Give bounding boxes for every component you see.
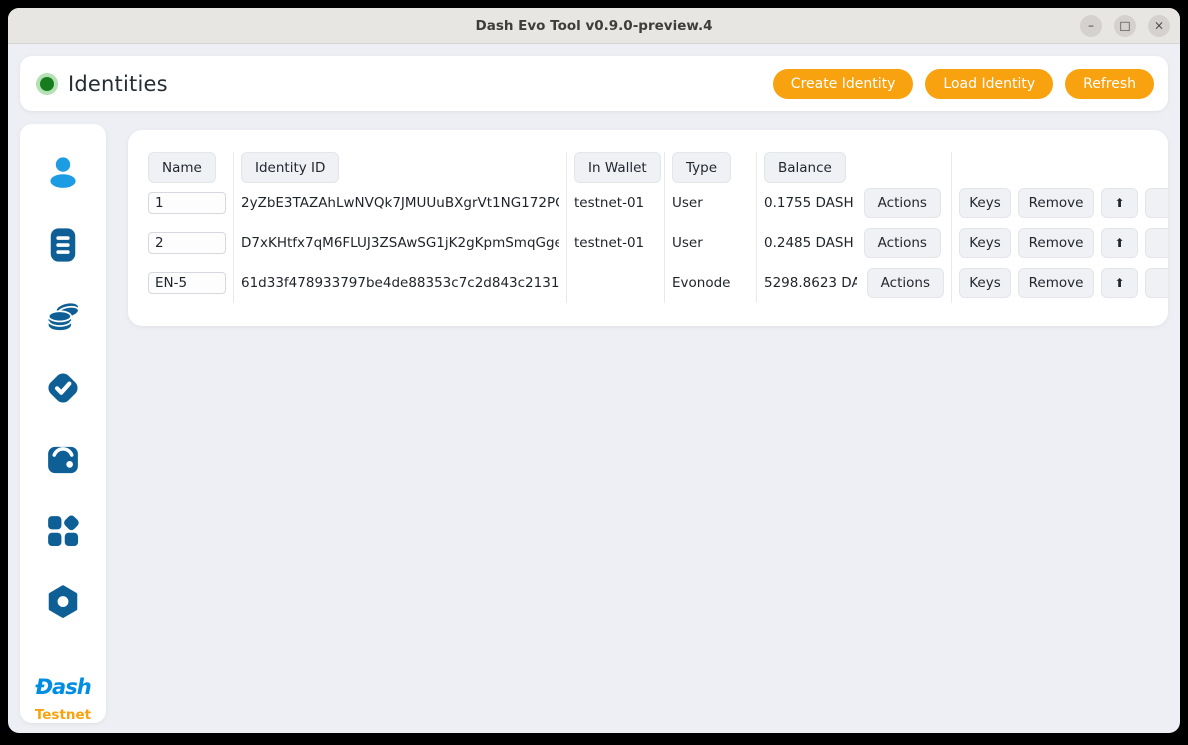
column-divider: [951, 152, 952, 303]
remove-button[interactable]: Remove: [1018, 228, 1094, 258]
page-title: Identities: [68, 71, 168, 96]
balance-value: 5298.8623 DASH: [764, 275, 857, 291]
sidebar-item-contracts[interactable]: [41, 223, 85, 267]
dash-logo[interactable]: Ðash: [35, 675, 91, 699]
move-up-button[interactable]: ⬆: [1101, 188, 1138, 218]
sidebar-item-tokens[interactable]: [41, 294, 85, 338]
maximize-icon: □: [1119, 18, 1131, 33]
type-cell: Evonode: [672, 275, 731, 291]
page-header: Identities Create Identity Load Identity…: [20, 56, 1168, 111]
keys-button[interactable]: Keys: [959, 188, 1011, 218]
sidebar-item-proofs[interactable]: [41, 366, 85, 410]
titlebar: Dash Evo Tool v0.9.0-preview.4 – □ ×: [8, 8, 1180, 44]
type-cell: User: [672, 235, 703, 251]
remove-button[interactable]: Remove: [1018, 188, 1094, 218]
window-controls: – □ ×: [1080, 15, 1170, 37]
balance-value: 0.2485 DASH: [764, 235, 854, 251]
in-wallet-cell: testnet-01: [574, 235, 645, 251]
tokens-coins-icon: [42, 295, 84, 337]
balance-value: 0.1755 DASH: [764, 195, 854, 211]
wallet-icon: [42, 439, 84, 481]
balance-cell: 0.2485 DASH Actions: [764, 228, 944, 258]
header-identity-id[interactable]: Identity ID: [241, 152, 340, 183]
actions-button[interactable]: Actions: [863, 228, 941, 258]
column-divider: [756, 152, 757, 303]
contracts-document-icon: [42, 224, 84, 266]
move-up-button[interactable]: ⬆: [1101, 228, 1138, 258]
refresh-button[interactable]: Refresh: [1065, 68, 1154, 99]
type-cell: User: [672, 195, 703, 211]
app-window: Dash Evo Tool v0.9.0-preview.4 – □ × Ide…: [8, 8, 1180, 733]
up-arrow-icon: ⬆: [1114, 236, 1125, 250]
header-balance[interactable]: Balance: [764, 152, 846, 183]
content-area: Ðash Testnet Name Identity ID In Wallet …: [20, 124, 1168, 723]
in-wallet-cell: testnet-01: [574, 195, 645, 211]
maximize-button[interactable]: □: [1114, 15, 1136, 37]
sidebar-item-apps[interactable]: [41, 510, 85, 554]
name-input[interactable]: [148, 192, 226, 214]
identity-id-cell: 61d33f478933797be4de88353c7c2d843c21310f…: [241, 275, 559, 291]
header-type[interactable]: Type: [672, 152, 732, 183]
proofs-check-icon: [42, 367, 84, 409]
sidebar: Ðash Testnet: [20, 124, 106, 723]
sidebar-item-tools[interactable]: [41, 581, 85, 625]
identity-id-cell: 2yZbE3TAZAhLwNVQk7JMUUuBXgrVt1NG172PGjeU…: [241, 195, 559, 211]
actions-button[interactable]: Actions: [866, 268, 944, 298]
load-identity-button[interactable]: Load Identity: [925, 68, 1054, 99]
sidebar-item-wallet[interactable]: [41, 438, 85, 482]
remove-button[interactable]: Remove: [1018, 268, 1094, 298]
close-button[interactable]: ×: [1148, 15, 1170, 37]
balance-cell: 5298.8623 DASH Actions: [764, 268, 944, 298]
column-divider: [664, 152, 665, 303]
move-up-button[interactable]: ⬆: [1101, 268, 1138, 298]
header-in-wallet[interactable]: In Wallet: [574, 152, 661, 183]
identities-table-card: Name Identity ID In Wallet Type Balance …: [128, 130, 1168, 326]
window-title: Dash Evo Tool v0.9.0-preview.4: [475, 17, 713, 34]
identity-id-cell: D7xKHtfx7qM6FLUJ3ZSAwSG1jK2gKpmSmqGgevhd…: [241, 235, 559, 251]
create-identity-button[interactable]: Create Identity: [772, 68, 914, 99]
clipped-button[interactable]: [1145, 268, 1168, 298]
minimize-button[interactable]: –: [1080, 15, 1102, 37]
keys-button[interactable]: Keys: [959, 268, 1011, 298]
clipped-button[interactable]: [1145, 228, 1168, 258]
minimize-icon: –: [1088, 18, 1094, 33]
network-label[interactable]: Testnet: [35, 707, 91, 723]
column-divider: [566, 152, 567, 303]
identity-person-icon: [42, 152, 84, 194]
name-input[interactable]: [148, 232, 226, 254]
column-divider: [233, 152, 234, 303]
close-icon: ×: [1153, 18, 1165, 33]
keys-button[interactable]: Keys: [959, 228, 1011, 258]
apps-grid-icon: [42, 510, 84, 552]
sidebar-item-identities[interactable]: [41, 151, 85, 195]
balance-cell: 0.1755 DASH Actions: [764, 188, 944, 218]
up-arrow-icon: ⬆: [1114, 196, 1125, 210]
clipped-button[interactable]: [1145, 188, 1168, 218]
actions-button[interactable]: Actions: [863, 188, 941, 218]
network-status-icon: [36, 72, 58, 95]
up-arrow-icon: ⬆: [1114, 276, 1125, 290]
name-input[interactable]: [148, 272, 226, 294]
header-name[interactable]: Name: [148, 152, 216, 183]
tools-hexnut-icon: [42, 582, 84, 624]
identities-table: Name Identity ID In Wallet Type Balance …: [148, 152, 1168, 303]
